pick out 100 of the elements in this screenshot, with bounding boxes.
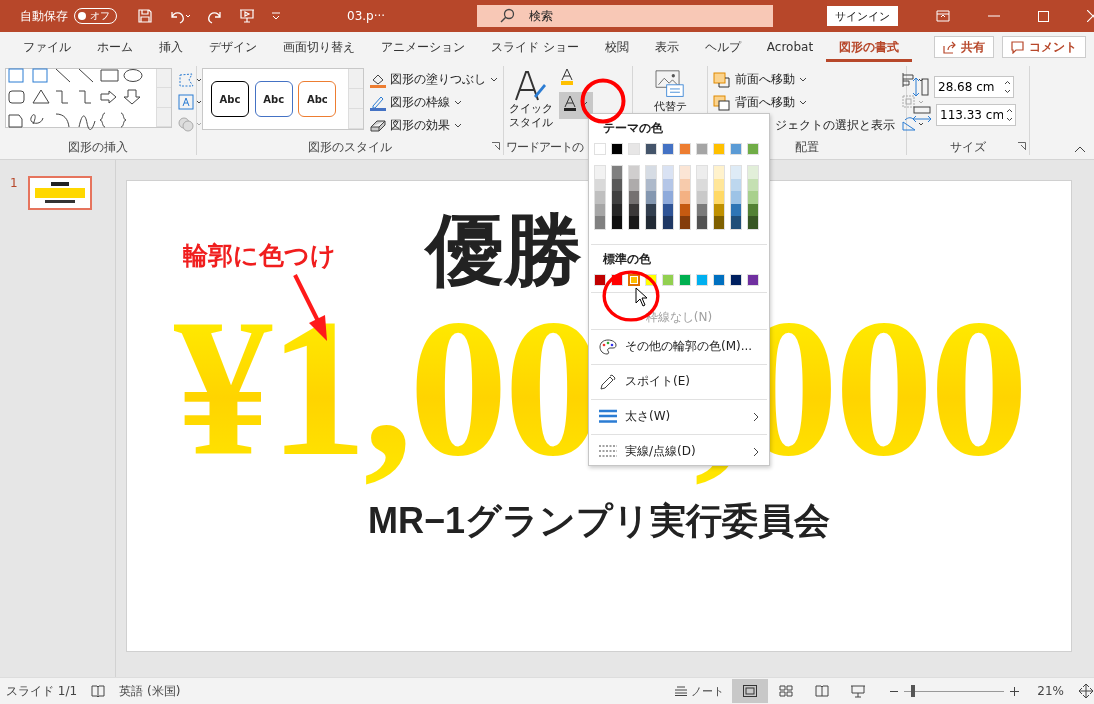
color-swatch[interactable] xyxy=(731,216,741,229)
color-swatch[interactable] xyxy=(612,166,622,179)
color-swatch[interactable] xyxy=(612,203,622,216)
ribbon-tab[interactable]: アニメーション xyxy=(368,32,478,62)
color-swatch[interactable] xyxy=(663,178,673,191)
style-gallery[interactable]: Abc Abc Abc xyxy=(202,68,364,130)
color-swatch[interactable] xyxy=(680,178,690,191)
quick-style-button[interactable]: クイック スタイル xyxy=(509,66,553,139)
shape-gallery[interactable] xyxy=(5,68,172,128)
ribbon-tab[interactable]: ホーム xyxy=(84,32,146,62)
color-swatch[interactable] xyxy=(629,203,639,216)
color-swatch[interactable] xyxy=(629,191,639,204)
color-swatch[interactable] xyxy=(646,166,656,179)
presentation-icon[interactable] xyxy=(239,8,255,24)
save-icon[interactable] xyxy=(137,8,153,24)
color-swatch[interactable] xyxy=(714,166,724,179)
ribbon-tab[interactable]: 画面切り替え xyxy=(270,32,368,62)
ribbon-tab[interactable]: ファイル xyxy=(10,32,84,62)
color-swatch[interactable] xyxy=(646,203,656,216)
color-swatch[interactable] xyxy=(731,203,741,216)
color-swatch[interactable] xyxy=(680,203,690,216)
alt-text-button[interactable]: 代替テ xyxy=(638,66,702,114)
color-swatch[interactable] xyxy=(748,166,758,179)
slide-thumbnail[interactable] xyxy=(27,176,92,210)
color-swatch[interactable] xyxy=(595,178,605,191)
color-swatch[interactable] xyxy=(697,216,707,229)
color-swatch[interactable] xyxy=(646,178,656,191)
color-swatch[interactable] xyxy=(629,178,639,191)
ribbon-tab[interactable]: 表示 xyxy=(641,32,692,62)
ribbon-tab[interactable]: 校閲 xyxy=(591,32,642,62)
color-swatch[interactable] xyxy=(663,216,673,229)
height-field[interactable]: 28.68 cm xyxy=(934,76,1014,98)
color-swatch[interactable] xyxy=(595,191,605,204)
color-swatch[interactable] xyxy=(748,203,758,216)
color-swatch[interactable] xyxy=(697,178,707,191)
zoom-level[interactable]: 21% xyxy=(1037,684,1064,698)
color-swatch[interactable] xyxy=(612,191,622,204)
color-swatch[interactable] xyxy=(748,191,758,204)
customize-caret-icon[interactable] xyxy=(271,12,281,20)
color-swatch[interactable] xyxy=(595,216,605,229)
ribbon-display-icon[interactable] xyxy=(936,10,950,22)
color-swatch[interactable] xyxy=(646,191,656,204)
shape-style-preset[interactable]: Abc xyxy=(254,81,293,117)
merge-shapes-icon[interactable] xyxy=(178,116,204,132)
ribbon-tab[interactable]: ヘルプ xyxy=(691,32,754,62)
color-swatch[interactable] xyxy=(680,191,690,204)
shape-format-command[interactable]: 図形の枠線 xyxy=(370,93,498,112)
color-swatch[interactable] xyxy=(646,216,656,229)
color-swatch[interactable] xyxy=(629,216,639,229)
color-swatch[interactable] xyxy=(714,191,724,204)
color-swatch[interactable] xyxy=(714,178,724,191)
color-swatch[interactable] xyxy=(595,203,605,216)
color-swatch[interactable] xyxy=(697,166,707,179)
color-swatch[interactable] xyxy=(663,203,673,216)
fit-to-window-icon[interactable] xyxy=(1078,683,1094,699)
zoom-in-icon[interactable] xyxy=(1010,686,1020,696)
shape-style-preset[interactable]: Abc xyxy=(298,81,337,117)
color-swatch[interactable] xyxy=(629,166,639,179)
color-swatch[interactable] xyxy=(697,191,707,204)
color-swatch[interactable] xyxy=(697,203,707,216)
ribbon-tab[interactable]: Acrobat xyxy=(753,32,827,62)
view-button[interactable] xyxy=(732,679,769,703)
book-check-icon[interactable] xyxy=(91,684,106,698)
maximize-icon[interactable] xyxy=(1038,10,1049,22)
ribbon-tab[interactable]: 挿入 xyxy=(146,32,196,62)
dialog-launcher-icon[interactable] xyxy=(492,142,500,150)
comment-button[interactable]: コメント xyxy=(1002,36,1086,58)
language-indicator[interactable]: 英語 (米国) xyxy=(119,682,181,700)
dialog-launcher-icon[interactable] xyxy=(1018,142,1026,150)
ribbon-tab[interactable]: スライド ショー xyxy=(478,32,592,62)
color-swatch[interactable] xyxy=(748,178,758,191)
color-swatch[interactable] xyxy=(663,191,673,204)
color-swatch[interactable] xyxy=(680,216,690,229)
color-swatch[interactable] xyxy=(748,216,758,229)
color-swatch[interactable] xyxy=(612,216,622,229)
shape-format-command[interactable]: 図形の効果 xyxy=(370,116,498,135)
arrange-command[interactable]: ジェクトの選択と表示 xyxy=(775,116,895,135)
notes-button[interactable]: ノート xyxy=(675,683,725,699)
search-field[interactable]: 検索 xyxy=(477,5,773,27)
width-field[interactable]: 113.33 cm xyxy=(936,104,1016,126)
sign-in-button[interactable]: サインイン xyxy=(827,6,898,26)
color-swatch[interactable] xyxy=(595,166,605,179)
color-swatch[interactable] xyxy=(663,166,673,179)
arrange-command[interactable]: 前面へ移動 xyxy=(713,70,895,89)
color-swatch[interactable] xyxy=(731,178,741,191)
caret-icon xyxy=(490,77,498,82)
collapse-ribbon-icon[interactable] xyxy=(1074,146,1086,153)
share-button[interactable]: 共有 xyxy=(934,36,994,58)
color-swatch[interactable] xyxy=(612,178,622,191)
color-swatch[interactable] xyxy=(731,166,741,179)
color-swatch[interactable] xyxy=(680,166,690,179)
color-swatch[interactable] xyxy=(731,191,741,204)
color-swatch[interactable] xyxy=(714,216,724,229)
shape-format-command[interactable]: 図形の塗りつぶし xyxy=(370,70,498,89)
ribbon-tab[interactable]: デザイン xyxy=(196,32,270,62)
color-swatch[interactable] xyxy=(714,203,724,216)
text-box-icon[interactable] xyxy=(178,94,204,110)
edit-shape-icon[interactable] xyxy=(178,72,204,88)
arrange-command[interactable]: 背面へ移動 xyxy=(713,93,895,112)
shape-style-preset[interactable]: Abc xyxy=(211,81,249,117)
